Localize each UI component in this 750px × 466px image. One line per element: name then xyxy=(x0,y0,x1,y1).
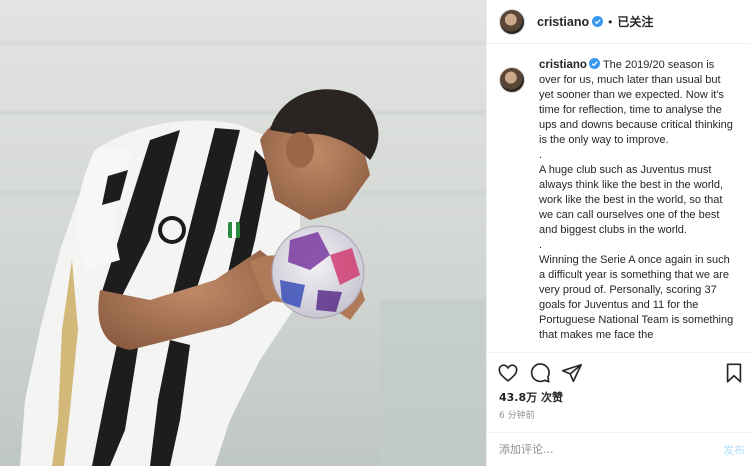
paper-plane-icon[interactable] xyxy=(561,362,583,384)
verified-badge-icon xyxy=(588,58,600,69)
player-kissing-ball-image xyxy=(0,0,486,466)
header-separator: • xyxy=(608,14,613,29)
post-header: cristiano • 已关注 xyxy=(487,0,750,44)
instagram-post: cristiano • 已关注 cristiano The 2019/20 sea… xyxy=(0,0,750,466)
verified-badge-icon xyxy=(592,16,604,27)
bookmark-icon[interactable] xyxy=(723,362,745,384)
likes-count[interactable]: 43.8万 次赞 xyxy=(499,389,563,405)
comment-bar: 发布 xyxy=(487,432,750,466)
post-timestamp[interactable]: 6 分钟前 xyxy=(499,408,535,421)
caption-paragraph-3: A huge club such as Juventus must always… xyxy=(539,164,724,236)
follow-status-button[interactable]: 已关注 xyxy=(617,13,653,30)
caption-username[interactable]: cristiano xyxy=(539,59,587,71)
avatar[interactable] xyxy=(499,8,525,35)
header-username[interactable]: cristiano xyxy=(537,15,589,29)
caption-paragraph-1: The 2019/20 season is over for us, much … xyxy=(539,59,733,146)
comment-icon[interactable] xyxy=(529,362,551,384)
post-comment-button[interactable]: 发布 xyxy=(723,442,745,458)
post-side-panel: cristiano • 已关注 cristiano The 2019/20 sea… xyxy=(486,0,750,466)
comment-input[interactable] xyxy=(499,443,723,456)
post-photo[interactable] xyxy=(0,0,486,466)
action-bar xyxy=(487,352,750,392)
caption-paragraph-2: . xyxy=(539,149,543,161)
heart-icon[interactable] xyxy=(497,362,519,384)
caption-paragraph-4: . xyxy=(539,239,543,251)
caption-area: cristiano The 2019/20 season is over for … xyxy=(487,58,750,350)
caption-text: cristiano The 2019/20 season is over for … xyxy=(539,58,735,350)
caption-paragraph-5: Winning the Serie A once again in such a… xyxy=(539,254,734,341)
caption-avatar[interactable] xyxy=(499,67,525,93)
caption-paragraph: cristiano The 2019/20 season is over for … xyxy=(539,58,735,148)
